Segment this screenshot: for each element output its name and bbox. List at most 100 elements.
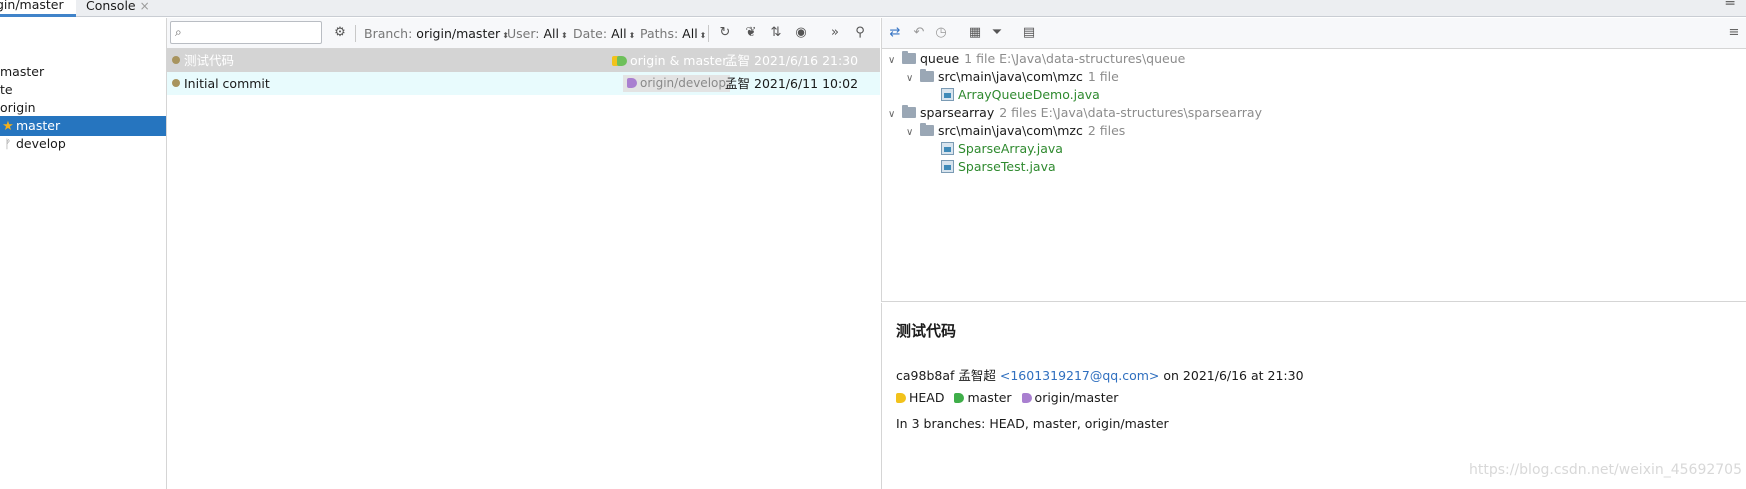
file-name: SparseTest.java <box>958 159 1056 174</box>
commit-date: on 2021/6/16 at 21:30 <box>1163 368 1304 383</box>
branches-line: In 3 branches: HEAD, master, origin/mast… <box>896 416 1169 431</box>
eye-icon[interactable]: ◉ <box>792 24 810 42</box>
branch-label: master <box>0 64 45 79</box>
branch-item-local-master[interactable]: master <box>0 62 166 82</box>
chevron-down-icon: ∨ <box>888 109 896 120</box>
branch-label: te <box>0 82 13 97</box>
watermark: https://blog.csdn.net/weixin_45692705 <box>1468 462 1742 478</box>
module-name: queue <box>920 51 960 66</box>
revert-icon[interactable]: ↶ <box>910 24 928 42</box>
filter-key: Paths: <box>640 26 679 41</box>
tree-dir[interactable]: ∨ src\main\java\com\mzc 1 file <box>906 67 1119 87</box>
changes-tree: ∨ queue 1 file E:\Java\data-structures\que… <box>881 49 1746 302</box>
java-file-icon <box>941 142 954 155</box>
commit-author: 孟智 <box>725 53 751 68</box>
filter-key: Branch: <box>364 26 413 41</box>
author-email-link[interactable]: <1601319217@qq.com> <box>1000 368 1160 383</box>
search-field[interactable]: ⌕ <box>170 21 322 44</box>
folder-icon <box>920 123 934 136</box>
tree-module-queue[interactable]: ∨ queue 1 file E:\Java\data-structures\que… <box>888 49 1185 69</box>
dir-name: src\main\java\com\mzc <box>938 123 1083 138</box>
ref-label: origin/master <box>1034 390 1119 405</box>
java-file-icon <box>941 160 954 173</box>
commit-message: Initial commit <box>184 76 270 91</box>
commit-author: 孟智 <box>725 76 751 91</box>
commit-refs: origin & master <box>612 49 727 72</box>
dir-name: src\main\java\com\mzc <box>938 69 1083 84</box>
commit-hash[interactable]: ca98b8af <box>896 368 954 383</box>
changes-toolbar: ⇄ ↶ ◷ ▦ ⏷ ▤ ≡ <box>881 18 1746 49</box>
branch-item-origin[interactable]: origin <box>0 98 166 118</box>
dir-meta: 1 file <box>1087 69 1119 84</box>
branch-tree: master te origin ★ master ᚠ develop <box>0 18 167 489</box>
file-name: SparseArray.java <box>958 141 1063 156</box>
filter-value: origin/master <box>416 26 501 41</box>
commit-node <box>172 56 180 64</box>
refs-label: origin & master <box>630 53 728 68</box>
paths-filter[interactable]: Paths: All ⬍ <box>640 26 706 41</box>
toolbar-divider <box>708 25 709 42</box>
folder-icon <box>902 51 916 64</box>
tree-file[interactable]: ArrayQueueDemo.java <box>941 85 1100 105</box>
tag-icon <box>617 56 627 66</box>
folder-icon <box>902 105 916 118</box>
tab-log[interactable]: gin/master <box>0 0 76 17</box>
filter-value: All <box>543 26 559 41</box>
branch-item-origin-develop[interactable]: ᚠ develop <box>0 134 166 154</box>
date-filter[interactable]: Date: All ⬍ <box>573 26 635 41</box>
tree-dir[interactable]: ∨ src\main\java\com\mzc 2 files <box>906 121 1125 141</box>
tab-console[interactable]: Console × <box>86 0 156 17</box>
collapse-expand-icon[interactable]: ⇅ <box>767 24 785 42</box>
history-icon[interactable]: ◷ <box>932 24 950 42</box>
more-icon[interactable]: » <box>826 24 844 42</box>
tree-module-sparsearray[interactable]: ∨ sparsearray 2 files E:\Java\data-structu… <box>888 103 1262 123</box>
gear-icon[interactable]: ⚙ <box>331 24 349 42</box>
layout-icon[interactable]: ▤ <box>1020 24 1038 42</box>
branch-item-origin-master[interactable]: ★ master <box>0 116 166 136</box>
search-input[interactable] <box>193 24 318 41</box>
menu-icon[interactable]: ≡ <box>1724 0 1736 10</box>
filter-icon[interactable]: ⏷ <box>988 24 1006 42</box>
commit-date: 2021/6/16 21:30 <box>754 53 859 68</box>
branch-label: master <box>16 118 61 133</box>
branch-label: origin <box>0 100 36 115</box>
updown-icon: ⬍ <box>628 31 636 40</box>
commit-row[interactable]: 测试代码 origin & master 孟智 2021/6/16 21:30 <box>167 49 880 72</box>
tag-icon <box>954 393 965 403</box>
branch-label: develop <box>16 136 66 151</box>
module-meta: 1 file E:\Java\data-structures\queue <box>964 51 1186 66</box>
ref-badge: origin/develop <box>623 75 730 92</box>
commit-author: 孟智超 <box>958 368 996 383</box>
close-icon[interactable]: × <box>140 0 150 13</box>
commit-node <box>172 79 180 87</box>
updown-icon: ⬍ <box>699 31 707 40</box>
find-icon[interactable]: ⚲ <box>851 24 869 42</box>
refresh-icon[interactable]: ↻ <box>716 24 734 42</box>
branch-item-remote[interactable]: te <box>0 80 166 100</box>
ref-label: master <box>967 390 1012 405</box>
refs-label: origin/develop <box>640 76 726 90</box>
tag-icon <box>1021 393 1032 403</box>
filter-key: User: <box>507 26 540 41</box>
search-icon: ⌕ <box>175 25 182 39</box>
tree-file[interactable]: SparseTest.java <box>941 157 1056 177</box>
cherry-pick-icon[interactable]: ❦ <box>742 24 760 42</box>
ref-label: HEAD <box>909 390 945 405</box>
commit-row[interactable]: Initial commit origin/develop 孟智 2021/6/… <box>167 72 880 95</box>
tag-icon <box>627 78 637 88</box>
commit-title: 测试代码 <box>896 322 957 340</box>
user-filter[interactable]: User: All ⬍ <box>507 26 568 41</box>
tree-file[interactable]: SparseArray.java <box>941 139 1063 159</box>
compare-icon[interactable]: ⇄ <box>886 24 904 42</box>
filter-value: All <box>682 26 698 41</box>
menu-icon[interactable]: ≡ <box>1725 24 1743 42</box>
chevron-down-icon: ∨ <box>906 127 914 138</box>
commit-message: 测试代码 <box>184 53 235 68</box>
group-by-icon[interactable]: ▦ <box>966 24 984 42</box>
branch-filter[interactable]: Branch: origin/master ⬍ <box>364 26 509 41</box>
chevron-down-icon: ∨ <box>906 73 914 84</box>
chevron-down-icon: ∨ <box>888 55 896 66</box>
commit-meta-line: ca98b8af 孟智超 <1601319217@qq.com> on 2021… <box>896 365 1304 384</box>
commit-list: 测试代码 origin & master 孟智 2021/6/16 21:30 … <box>167 49 880 489</box>
filter-value: All <box>611 26 627 41</box>
